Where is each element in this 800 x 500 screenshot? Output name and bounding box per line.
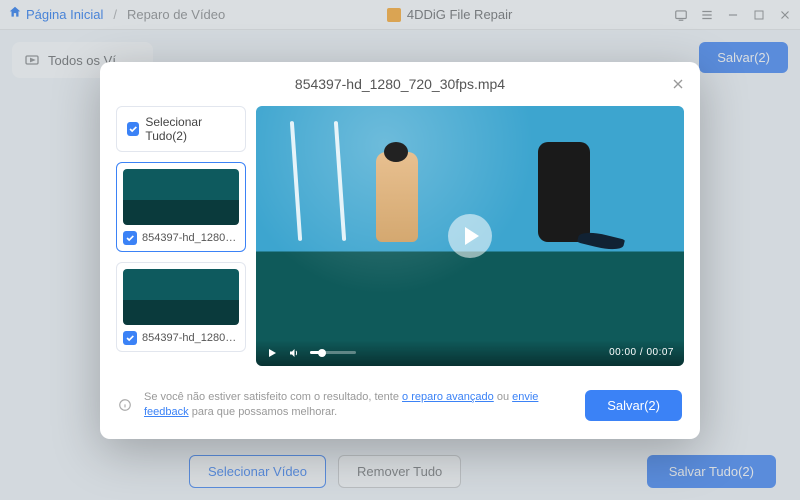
video-controls: 00:00 / 00:07 xyxy=(256,340,684,366)
info-icon xyxy=(118,398,132,412)
modal-header: 854397-hd_1280_720_30fps.mp4 xyxy=(100,62,700,106)
modal-body: Selecionar Tudo(2) 854397-hd_1280_7... 8… xyxy=(100,106,700,378)
play-button[interactable] xyxy=(448,214,492,258)
file-name: 854397-hd_1280_7... xyxy=(142,332,239,344)
preview-modal: 854397-hd_1280_720_30fps.mp4 Selecionar … xyxy=(100,62,700,439)
file-item-2[interactable]: 854397-hd_1280_7... xyxy=(116,262,246,352)
play-icon[interactable] xyxy=(266,347,278,359)
modal-overlay: 854397-hd_1280_720_30fps.mp4 Selecionar … xyxy=(0,0,800,500)
file-item-1[interactable]: 854397-hd_1280_7... xyxy=(116,162,246,252)
thumbnail-image xyxy=(123,269,239,325)
volume-slider[interactable] xyxy=(310,351,356,354)
video-frame-decor xyxy=(376,152,418,242)
video-frame-decor xyxy=(538,142,590,242)
thumbnail-image xyxy=(123,169,239,225)
volume-icon[interactable] xyxy=(288,347,300,359)
advanced-repair-link[interactable]: o reparo avançado xyxy=(402,391,494,403)
video-preview-panel: 00:00 / 00:07 xyxy=(256,106,684,366)
modal-close-icon[interactable] xyxy=(670,76,686,92)
modal-save-button[interactable]: Salvar(2) xyxy=(585,390,682,421)
file-list-panel: Selecionar Tudo(2) 854397-hd_1280_7... 8… xyxy=(116,106,246,366)
footer-info-text: Se você não estiver satisfeito com o res… xyxy=(144,390,573,421)
time-display: 00:00 / 00:07 xyxy=(609,347,674,358)
checkbox-icon[interactable] xyxy=(123,331,137,345)
modal-footer: Se você não estiver satisfeito com o res… xyxy=(100,378,700,439)
select-all-checkbox[interactable]: Selecionar Tudo(2) xyxy=(116,106,246,152)
checkbox-icon[interactable] xyxy=(123,231,137,245)
select-all-label: Selecionar Tudo(2) xyxy=(145,115,235,143)
video-frame-decor xyxy=(282,121,362,241)
checkbox-icon xyxy=(127,122,139,136)
video-player[interactable]: 00:00 / 00:07 xyxy=(256,106,684,366)
file-name: 854397-hd_1280_7... xyxy=(142,232,239,244)
modal-title: 854397-hd_1280_720_30fps.mp4 xyxy=(295,76,505,92)
